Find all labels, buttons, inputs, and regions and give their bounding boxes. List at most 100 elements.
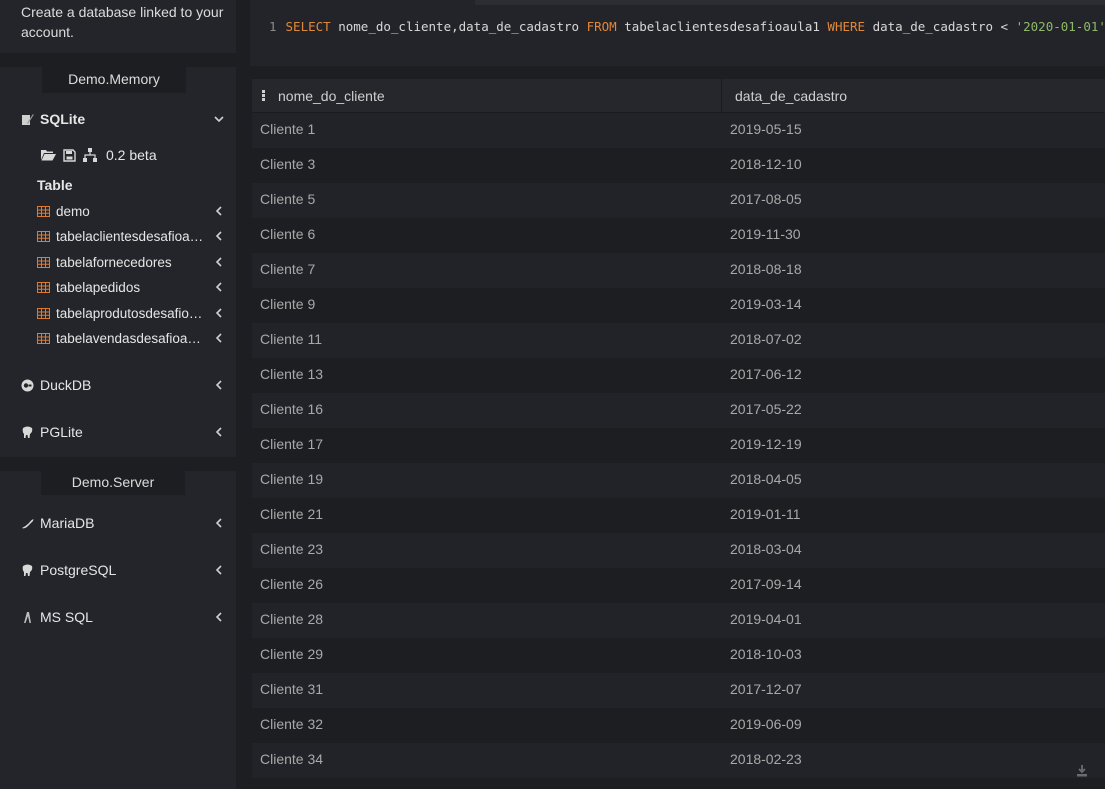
chevron-left-icon[interactable]: [212, 204, 226, 218]
table-row[interactable]: Cliente 21 2019-01-11: [252, 498, 1105, 533]
chevron-left-icon[interactable]: [212, 425, 226, 439]
cell-nome-do-cliente[interactable]: Cliente 26: [260, 568, 323, 603]
pglite-item[interactable]: PGLite: [20, 421, 226, 443]
chevron-left-icon[interactable]: [212, 280, 226, 294]
cell-data-de-cadastro[interactable]: 2017-06-12: [730, 358, 802, 393]
table-item-tabelapedidos[interactable]: tabelapedidos: [37, 277, 226, 297]
cell-data-de-cadastro[interactable]: 2017-05-22: [730, 393, 802, 428]
chevron-left-icon[interactable]: [212, 306, 226, 320]
cell-data-de-cadastro[interactable]: 2019-04-01: [730, 603, 802, 638]
sql-editor[interactable]: 1 SELECT nome_do_cliente,data_de_cadastro…: [250, 0, 1105, 66]
column-header-data-de-cadastro[interactable]: data_de_cadastro: [723, 79, 1105, 113]
server-section: Demo.Server MariaDB PostgreSQL MS SQL: [0, 471, 236, 789]
table-name: tabelapedidos: [56, 279, 141, 295]
cell-nome-do-cliente[interactable]: Cliente 3: [260, 148, 315, 183]
table-item-tabelavendasdesafioaula1[interactable]: tabelavendasdesafioaula1: [37, 328, 226, 348]
schema-tree-icon[interactable]: [82, 147, 98, 163]
cell-data-de-cadastro[interactable]: 2018-07-02: [730, 323, 802, 358]
chevron-left-icon[interactable]: [212, 255, 226, 269]
cell-data-de-cadastro[interactable]: 2018-02-23: [730, 743, 802, 778]
cell-nome-do-cliente[interactable]: Cliente 17: [260, 428, 323, 463]
table-icon: [37, 256, 50, 268]
table-row[interactable]: Cliente 9 2019-03-14: [252, 288, 1105, 323]
cell-data-de-cadastro[interactable]: 2018-03-04: [730, 533, 802, 568]
cell-nome-do-cliente[interactable]: Cliente 13: [260, 358, 323, 393]
cell-data-de-cadastro[interactable]: 2019-05-15: [730, 113, 802, 148]
table-row[interactable]: Cliente 26 2017-09-14: [252, 568, 1105, 603]
mssql-item[interactable]: MS SQL: [20, 606, 226, 628]
table-row[interactable]: Cliente 1 2019-05-15: [252, 113, 1105, 148]
mariadb-item[interactable]: MariaDB: [20, 512, 226, 534]
table-row[interactable]: Cliente 13 2017-06-12: [252, 358, 1105, 393]
table-row[interactable]: Cliente 23 2018-03-04: [252, 533, 1105, 568]
table-item-tabelaclientesdesafioaula1[interactable]: tabelaclientesdesafioaula1: [37, 226, 226, 246]
table-heading: Table: [37, 177, 73, 193]
table-icon: [37, 307, 50, 319]
table-row[interactable]: Cliente 34 2018-02-23: [252, 743, 1105, 778]
cell-data-de-cadastro[interactable]: 2018-08-18: [730, 253, 802, 288]
cell-nome-do-cliente[interactable]: Cliente 19: [260, 463, 323, 498]
table-item-tabelafornecedores[interactable]: tabelafornecedores: [37, 252, 226, 272]
cell-data-de-cadastro[interactable]: 2017-12-07: [730, 673, 802, 708]
cell-nome-do-cliente[interactable]: Cliente 6: [260, 218, 315, 253]
folder-open-icon[interactable]: [40, 147, 56, 163]
chevron-down-icon[interactable]: [212, 112, 226, 126]
table-row[interactable]: Cliente 19 2018-04-05: [252, 463, 1105, 498]
table-row[interactable]: Cliente 17 2019-12-19: [252, 428, 1105, 463]
cell-nome-do-cliente[interactable]: Cliente 32: [260, 708, 323, 743]
cell-data-de-cadastro[interactable]: 2019-03-14: [730, 288, 802, 323]
chevron-left-icon[interactable]: [212, 610, 226, 624]
table-row[interactable]: Cliente 5 2017-08-05: [252, 183, 1105, 218]
mssql-label: MS SQL: [40, 609, 93, 625]
cell-nome-do-cliente[interactable]: Cliente 16: [260, 393, 323, 428]
sqlite-item[interactable]: SQLite: [20, 108, 226, 130]
cell-nome-do-cliente[interactable]: Cliente 11: [260, 323, 322, 358]
mssql-icon: [20, 610, 34, 624]
cell-nome-do-cliente[interactable]: Cliente 1: [260, 113, 315, 148]
postgresql-item[interactable]: PostgreSQL: [20, 559, 226, 581]
cell-data-de-cadastro[interactable]: 2018-10-03: [730, 638, 802, 673]
cell-data-de-cadastro[interactable]: 2019-12-19: [730, 428, 802, 463]
chevron-left-icon[interactable]: [212, 229, 226, 243]
cell-nome-do-cliente[interactable]: Cliente 34: [260, 743, 323, 778]
sidebar: Create a database linked to your account…: [0, 0, 236, 789]
duckdb-item[interactable]: DuckDB: [20, 374, 226, 396]
cell-nome-do-cliente[interactable]: Cliente 21: [260, 498, 323, 533]
cell-data-de-cadastro[interactable]: 2017-09-14: [730, 568, 802, 603]
cell-nome-do-cliente[interactable]: Cliente 7: [260, 253, 315, 288]
cell-data-de-cadastro[interactable]: 2018-04-05: [730, 463, 802, 498]
column-header-nome-do-cliente[interactable]: nome_do_cliente: [252, 79, 722, 113]
cell-data-de-cadastro[interactable]: 2018-12-10: [730, 148, 802, 183]
table-item-tabelaprodutosdesafioaula1[interactable]: tabelaprodutosdesafioaula1: [37, 303, 226, 323]
table-row[interactable]: Cliente 29 2018-10-03: [252, 638, 1105, 673]
table-row[interactable]: Cliente 31 2017-12-07: [252, 673, 1105, 708]
cell-nome-do-cliente[interactable]: Cliente 28: [260, 603, 323, 638]
cell-data-de-cadastro[interactable]: 2019-11-30: [730, 218, 801, 253]
cell-nome-do-cliente[interactable]: Cliente 5: [260, 183, 315, 218]
cell-data-de-cadastro[interactable]: 2019-01-11: [730, 498, 801, 533]
chevron-left-icon[interactable]: [212, 331, 226, 345]
table-row[interactable]: Cliente 6 2019-11-30: [252, 218, 1105, 253]
table-row[interactable]: Cliente 16 2017-05-22: [252, 393, 1105, 428]
elephant-icon: [20, 563, 34, 577]
table-row[interactable]: Cliente 32 2019-06-09: [252, 708, 1105, 743]
cell-nome-do-cliente[interactable]: Cliente 9: [260, 288, 315, 323]
cell-data-de-cadastro[interactable]: 2017-08-05: [730, 183, 802, 218]
chevron-left-icon[interactable]: [212, 516, 226, 530]
chevron-left-icon[interactable]: [212, 563, 226, 577]
download-icon[interactable]: [1075, 764, 1089, 778]
cell-nome-do-cliente[interactable]: Cliente 23: [260, 533, 323, 568]
table-row[interactable]: Cliente 28 2019-04-01: [252, 603, 1105, 638]
cell-nome-do-cliente[interactable]: Cliente 31: [260, 673, 323, 708]
cell-data-de-cadastro[interactable]: 2019-06-09: [730, 708, 802, 743]
table-item-demo[interactable]: demo: [37, 201, 226, 221]
cell-nome-do-cliente[interactable]: Cliente 29: [260, 638, 323, 673]
query-line[interactable]: 1 SELECT nome_do_cliente,data_de_cadastro…: [269, 19, 1105, 34]
chevron-left-icon[interactable]: [212, 378, 226, 392]
table-row[interactable]: Cliente 11 2018-07-02: [252, 323, 1105, 358]
table-row[interactable]: Cliente 7 2018-08-18: [252, 253, 1105, 288]
sqlite-version: 0.2 beta: [106, 147, 157, 163]
table-icon: [37, 332, 50, 344]
save-icon[interactable]: [61, 147, 77, 163]
table-row[interactable]: Cliente 3 2018-12-10: [252, 148, 1105, 183]
